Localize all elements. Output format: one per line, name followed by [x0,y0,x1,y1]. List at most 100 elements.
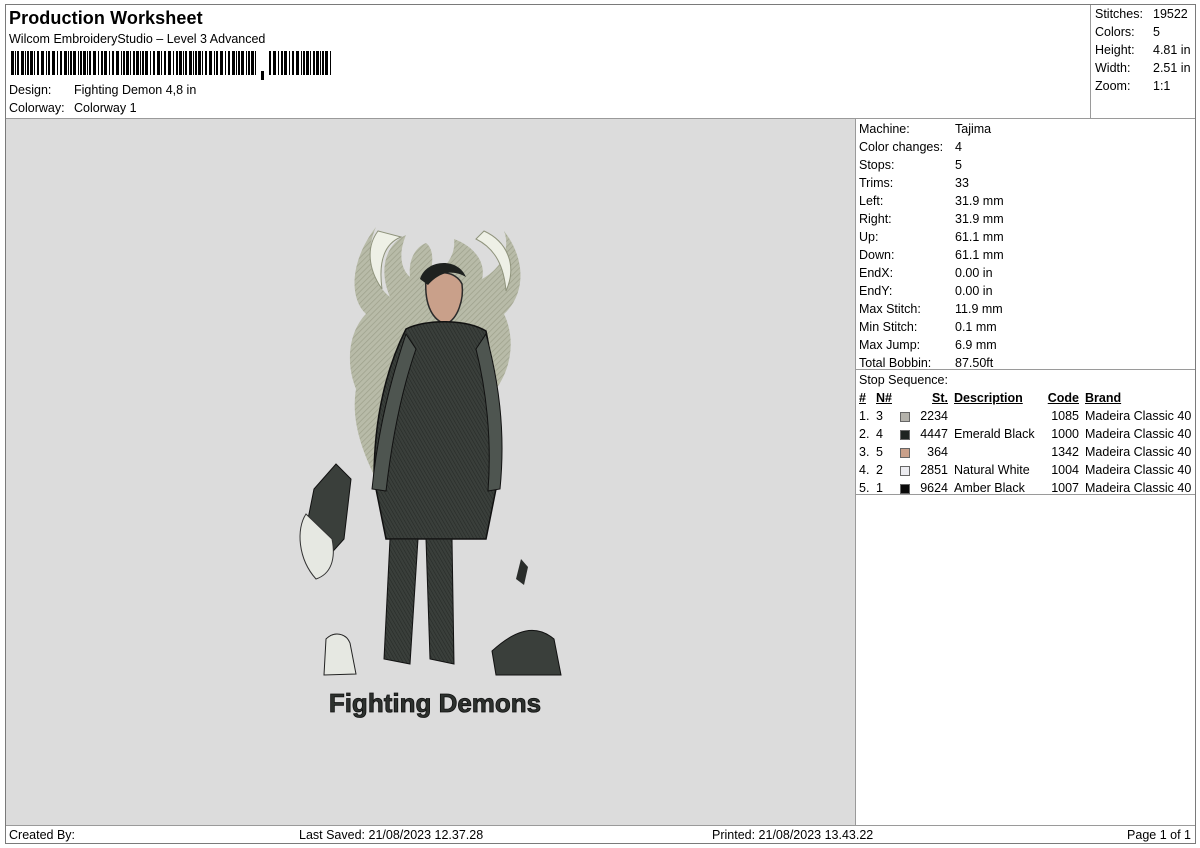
barcode-bar [198,51,201,75]
summary-label: Width: [1095,61,1131,75]
stop-cell-code: 1342 [1051,445,1079,459]
machine-label: Max Stitch: [859,302,921,316]
barcode-bar [89,51,91,75]
barcode-bar [173,51,174,75]
stop-cell-description: Emerald Black [954,427,1035,441]
summary-width: Width: 2.51 in [1095,61,1191,79]
summary-value: 2.51 in [1153,61,1191,75]
barcode-bar [228,51,230,75]
barcode-bar [68,51,69,75]
machine-row: Stops: 5 [859,158,962,176]
machine-value: 61.1 mm [955,248,1004,262]
machine-value: 5 [955,158,962,172]
machine-row: Left: 31.9 mm [859,194,1004,212]
barcode-bar [176,51,178,75]
machine-row: Machine: Tajima [859,122,991,140]
machine-info-panel: Machine: Tajima Color changes: 4 Stops: 5 Trim… [856,119,1195,825]
barcode-bar [93,51,96,75]
barcode-bar [296,51,299,75]
machine-label: Min Stitch: [859,320,918,334]
stop-cell-num: 2. [859,427,870,441]
stop-cell-num: 5. [859,481,870,495]
column-header-brand: Brand [1085,391,1122,405]
stop-cell-code: 1004 [1051,463,1079,477]
software-name: Wilcom EmbroideryStudio – Level 3 Advanc… [9,32,266,46]
barcode-bar [130,51,131,75]
stop-cell-num: 1. [859,409,870,423]
barcode-bar [87,51,88,75]
colorway-row: Colorway: Colorway 1 [9,101,137,115]
barcode-bar [225,51,226,75]
design-value: Fighting Demon 4,8 in [74,83,197,97]
stop-cell-n: 4 [876,427,883,441]
summary-stitches: Stitches: 19522 [1095,7,1188,25]
summary-height: Height: 4.81 in [1095,43,1191,61]
barcode-bar [168,51,171,75]
barcode-bar [153,51,155,75]
colorway-label: Colorway: [9,101,65,115]
stop-cell-description: Amber Black [954,481,1025,495]
stop-cell-n: 2 [876,463,883,477]
stop-cell-st: 9624 [920,481,948,495]
production-worksheet: Production Worksheet Wilcom EmbroiderySt… [5,4,1196,844]
barcode-bar [269,51,271,75]
barcode-bar [21,51,24,75]
machine-label: Right: [859,212,892,226]
machine-value: 11.9 mm [955,302,1003,316]
machine-row: Trims: 33 [859,176,969,194]
barcode-bar [220,51,223,75]
machine-label: Up: [859,230,879,244]
barcode-bar [41,51,44,75]
barcode-bar [64,51,67,75]
stop-cell-brand: Madeira Classic 40 [1085,409,1192,423]
created-by: Created By: [9,828,76,842]
machine-row: Min Stitch: 0.1 mm [859,320,997,338]
machine-label: Down: [859,248,895,262]
stop-cell-st: 364 [927,445,948,459]
thread-color-swatch [900,484,910,494]
stop-cell-code: 1007 [1051,481,1079,495]
summary-label: Height: [1095,43,1135,57]
preview-caption: Fighting Demons [329,688,541,718]
thread-color-swatch [900,466,910,476]
stop-cell-num: 4. [859,463,870,477]
machine-value: 31.9 mm [955,212,1004,226]
worksheet-footer: Created By: Last Saved: 21/08/2023 12.37… [6,825,1195,844]
stop-cell-code: 1085 [1051,409,1079,423]
stop-cell-st: 2234 [920,409,948,423]
barcode-bar [123,51,125,75]
barcode-bar [133,51,135,75]
barcode [11,51,331,80]
barcode-bar [25,51,26,75]
machine-label: Left: [859,194,884,208]
barcode-bar [164,51,166,75]
barcode-bar [238,51,240,75]
barcode-bar [70,51,72,75]
barcode-bar [46,51,47,75]
barcode-bar [48,51,50,75]
barcode-bar [195,51,197,75]
worksheet-header: Production Worksheet Wilcom EmbroiderySt… [6,5,1091,119]
barcode-bar [11,51,14,75]
stop-cell-description: Natural White [954,463,1030,477]
barcode-bar [306,51,309,75]
barcode-bar [316,51,319,75]
barcode-bar [34,51,35,75]
barcode-bar [241,51,244,75]
summary-label: Stitches: [1095,7,1143,21]
last-saved: Last Saved: 21/08/2023 12.37.28 [299,828,484,842]
stop-cell-brand: Madeira Classic 40 [1085,427,1192,441]
barcode-bar [214,51,215,75]
design-preview: Fighting Demons [6,119,856,825]
stop-cell-brand: Madeira Classic 40 [1085,445,1192,459]
barcode-bar [121,51,122,75]
machine-label: Trims: [859,176,894,190]
summary-zoom: Zoom: 1:1 [1095,79,1170,97]
stop-cell-st: 2851 [920,463,948,477]
design-label: Design: [9,83,52,97]
barcode-bar [189,51,192,75]
embroidery-preview-image: Fighting Demons [299,227,562,718]
barcode-bar [179,51,182,75]
barcode-bar [248,51,250,75]
machine-value: 4 [955,140,962,154]
